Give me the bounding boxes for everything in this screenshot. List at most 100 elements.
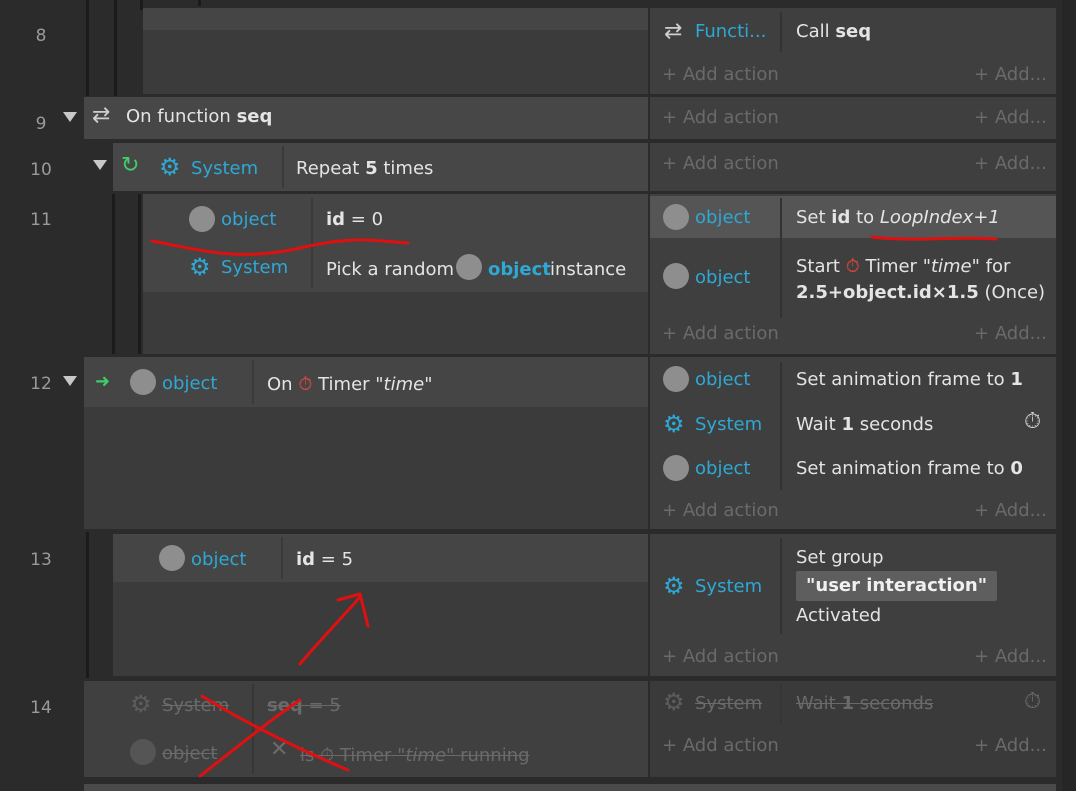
- condition-text[interactable]: Pick a random: [326, 258, 454, 282]
- add-more-link[interactable]: + Add...: [974, 499, 1047, 523]
- action-text[interactable]: Set animation frame to 0: [796, 457, 1023, 481]
- action-text[interactable]: Set animation frame to 1: [796, 368, 1023, 392]
- action-object-name[interactable]: System: [695, 413, 762, 437]
- object-sprite-icon: [456, 254, 482, 280]
- add-more-link[interactable]: + Add...: [974, 322, 1047, 346]
- column-separator: [780, 198, 782, 318]
- add-more-link[interactable]: + Add...: [974, 645, 1047, 669]
- function-title[interactable]: On function seq: [126, 105, 272, 129]
- add-action-link[interactable]: + Add action: [662, 499, 779, 523]
- object-sprite-icon: [189, 206, 215, 232]
- action-object-name[interactable]: object: [695, 266, 750, 290]
- object-sprite-icon: [159, 545, 185, 571]
- object-sprite-icon: [130, 369, 156, 395]
- column-separator: [780, 538, 782, 634]
- add-action-link[interactable]: + Add action: [662, 734, 779, 758]
- column-separator: [282, 146, 284, 188]
- condition-text[interactable]: id = 0: [326, 208, 383, 232]
- tree-line: [198, 0, 201, 6]
- column-separator: [311, 198, 313, 288]
- row-number-14: 14: [30, 698, 52, 718]
- object-sprite-icon: [663, 263, 689, 289]
- condition-text[interactable]: id = 5: [296, 548, 353, 572]
- row-number-10: 10: [30, 160, 52, 180]
- condition-text[interactable]: seq = 5: [267, 694, 341, 718]
- loop-icon: ↻: [121, 153, 140, 178]
- tree-line: [138, 194, 141, 354]
- row-number-13: 13: [30, 550, 52, 570]
- add-more-link[interactable]: + Add...: [974, 152, 1047, 176]
- wait-timer-icon: ⏱: [1024, 409, 1042, 434]
- column-separator: [252, 684, 254, 774]
- action-text[interactable]: Start ⏱ Timer "time" for: [796, 255, 1010, 279]
- trigger-arrow-icon: ➜: [95, 371, 111, 392]
- object-sprite-icon: [663, 204, 689, 230]
- action-text[interactable]: Call seq: [796, 20, 871, 44]
- invert-x-icon: ✕: [270, 737, 289, 762]
- gear-icon: ⚙: [130, 690, 152, 718]
- column-separator: [252, 360, 254, 404]
- gear-icon: ⚙: [189, 253, 211, 281]
- condition-text[interactable]: Repeat 5 times: [296, 157, 433, 181]
- action-object-name[interactable]: System: [695, 575, 762, 599]
- action-text[interactable]: Wait 1 seconds: [796, 692, 933, 716]
- add-action-link[interactable]: + Add action: [662, 152, 779, 176]
- condition-text[interactable]: On ⏱ Timer "time": [267, 373, 433, 397]
- column-separator: [780, 12, 782, 52]
- add-action-link[interactable]: + Add action: [662, 322, 779, 346]
- condition-object-ref: object: [488, 259, 551, 280]
- next-event-row[interactable]: [84, 784, 1056, 791]
- tree-line: [114, 0, 117, 96]
- condition-object-name[interactable]: object: [191, 548, 246, 572]
- action-object-name[interactable]: Functi...: [695, 20, 766, 44]
- column-separator: [780, 684, 782, 724]
- condition-object-name[interactable]: System: [191, 157, 258, 181]
- timer-icon: ⏱: [320, 745, 335, 766]
- action-text[interactable]: Set group: [796, 546, 884, 570]
- add-more-link[interactable]: + Add...: [974, 734, 1047, 758]
- condition-object-name[interactable]: object: [162, 742, 217, 766]
- action-text[interactable]: Set id to LoopIndex+1: [796, 206, 1000, 230]
- tree-line: [112, 194, 115, 354]
- collapse-toggle-icon[interactable]: [63, 376, 77, 386]
- event-row-8[interactable]: [143, 8, 648, 94]
- column-separator: [780, 362, 782, 490]
- scrollbar-track[interactable]: [1062, 0, 1076, 791]
- condition-object-name[interactable]: object: [221, 208, 276, 232]
- row-number-11: 11: [30, 210, 52, 230]
- action-object-name[interactable]: object: [695, 368, 750, 392]
- condition-object-name[interactable]: System: [162, 694, 229, 718]
- condition-area: [143, 8, 648, 30]
- action-text-line2: 2.5+object.id×1.5 (Once): [796, 282, 1046, 303]
- add-action-link[interactable]: + Add action: [662, 645, 779, 669]
- timer-icon: ⏱: [845, 256, 860, 277]
- tree-line: [86, 0, 89, 96]
- gear-icon: ⚙: [663, 688, 685, 716]
- object-sprite-icon: [130, 739, 156, 765]
- column-separator: [281, 537, 283, 579]
- action-object-name[interactable]: object: [695, 206, 750, 230]
- action-text[interactable]: Wait 1 seconds: [796, 413, 933, 437]
- action-object-name[interactable]: System: [695, 692, 762, 716]
- condition-text-suffix: instance: [550, 259, 627, 280]
- collapse-toggle-icon[interactable]: [93, 160, 107, 170]
- condition-object-name[interactable]: System: [221, 256, 288, 280]
- add-more-link[interactable]: + Add...: [974, 106, 1047, 130]
- function-loop-icon: ⇄: [92, 103, 111, 128]
- action-object-name[interactable]: object: [695, 457, 750, 481]
- condition-text[interactable]: is ⏱ Timer "time" running: [300, 744, 530, 768]
- gear-icon: ⚙: [159, 153, 181, 181]
- add-more-link[interactable]: + Add...: [974, 63, 1047, 87]
- gear-icon: ⚙: [663, 572, 685, 600]
- add-action-link[interactable]: + Add action: [662, 106, 779, 130]
- collapse-toggle-icon[interactable]: [63, 112, 77, 122]
- row-number-8: 8: [35, 26, 47, 46]
- action-text-state: Activated: [796, 605, 882, 626]
- timer-icon: ⏱: [298, 374, 313, 395]
- object-sprite-icon: [663, 366, 689, 392]
- condition-object-name[interactable]: object: [162, 372, 217, 396]
- wait-timer-icon: ⏱: [1024, 689, 1042, 714]
- function-loop-icon: ⇄: [664, 19, 683, 44]
- group-name-badge: "user interaction": [796, 571, 998, 601]
- add-action-link[interactable]: + Add action: [662, 63, 779, 87]
